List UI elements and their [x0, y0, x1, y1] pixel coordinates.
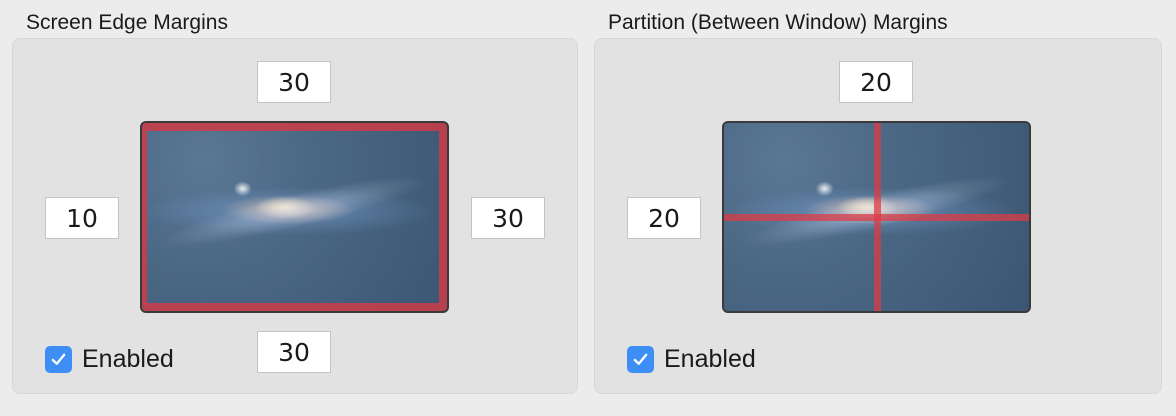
partition-margins-title: Partition (Between Window) Margins: [608, 11, 948, 34]
screen-edge-preview: [140, 121, 449, 313]
checkmark-icon: [627, 346, 654, 373]
checkmark-icon: [45, 346, 72, 373]
screen-edge-margins-title: Screen Edge Margins: [26, 11, 228, 34]
left-margin-field[interactable]: [45, 197, 119, 239]
bottom-margin-field[interactable]: [257, 331, 331, 373]
top-margin-field[interactable]: [257, 61, 331, 103]
screen-edge-enabled-checkbox[interactable]: Enabled: [45, 345, 174, 374]
screen-edge-enabled-label: Enabled: [82, 345, 174, 373]
partition-enabled-label: Enabled: [664, 345, 756, 373]
partition-horizontal-field[interactable]: [839, 61, 913, 103]
partition-enabled-checkbox[interactable]: Enabled: [627, 345, 756, 374]
partition-vertical-field[interactable]: [627, 197, 701, 239]
partition-preview: [722, 121, 1031, 313]
partition-horizontal-line: [724, 214, 1029, 221]
screen-edge-margins-group: Enabled: [12, 38, 578, 394]
right-margin-field[interactable]: [471, 197, 545, 239]
partition-margins-group: Enabled: [594, 38, 1162, 394]
screen-edge-margin-highlight: [142, 123, 447, 311]
